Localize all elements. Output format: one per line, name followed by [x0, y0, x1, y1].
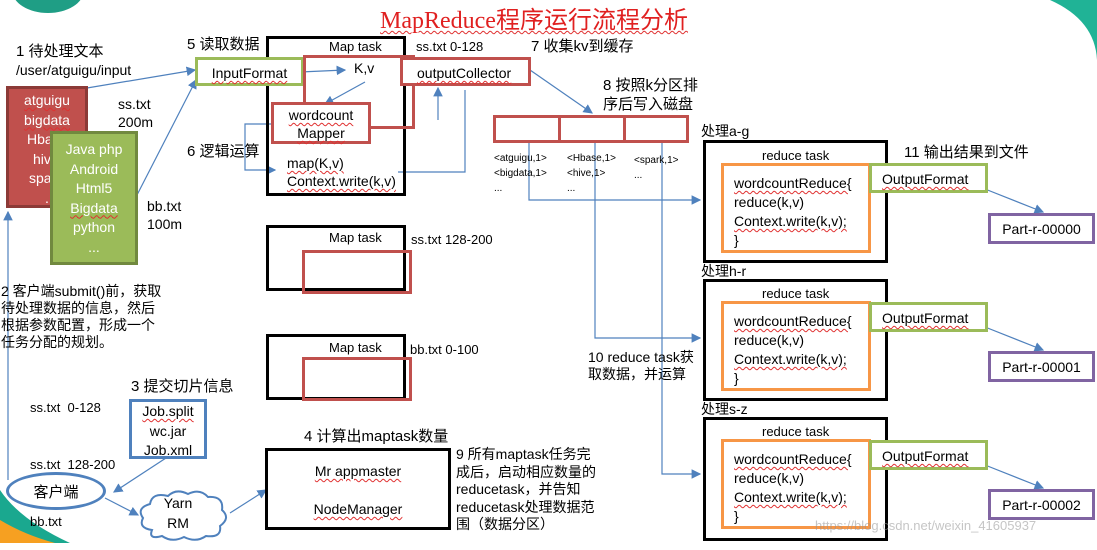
nodemanager-label: NodeManager	[313, 501, 403, 517]
appmaster-box: Mr appmaster NodeManager	[265, 448, 451, 530]
map-task-3-inner	[302, 357, 412, 401]
partition-3-items: <spark,1>...	[634, 155, 679, 181]
partition-3	[623, 115, 689, 143]
ss-file-name: ss.txt	[118, 96, 151, 112]
reduce-3-range: 处理s-z	[701, 401, 748, 417]
part-file-1: Part-r-00000	[988, 213, 1095, 244]
diagram-title: MapReduce程序运行流程分析	[380, 8, 688, 34]
job-files-box: Job.split wc.jar Job.xml	[129, 399, 207, 459]
part-file-3: Part-r-00002	[988, 489, 1095, 520]
job-file: Job.xml	[143, 442, 193, 458]
bb-file-size: 100m	[147, 216, 183, 232]
map-task-2-label: Map task	[329, 230, 382, 245]
reduce-2-range: 处理h-r	[701, 263, 747, 279]
mapper-line2: Mapper	[297, 125, 345, 141]
job-file: Job.split	[142, 403, 194, 419]
split-plan: ss.txt 0-128 ss.txt 128-200 bb.txt	[30, 400, 116, 529]
bb-file-name: bb.txt	[147, 198, 182, 214]
output-format-2: OutputFormat	[869, 302, 988, 332]
map-task-1-split: ss.txt 0-128	[416, 39, 484, 54]
input-format-box: InputFormat	[195, 57, 304, 86]
map-task-3-label: Map task	[329, 340, 382, 355]
reduce-task-2-label: reduce task	[762, 286, 830, 301]
appmaster-label: Mr appmaster	[314, 463, 402, 479]
file-word: ...	[88, 238, 100, 255]
file-word: bigdata	[24, 111, 70, 128]
arrow-of2-to-part2	[984, 326, 1045, 352]
file-word: python	[72, 219, 116, 235]
reduce-task-1-label: reduce task	[762, 148, 830, 163]
step11-label: 11 输出结果到文件	[904, 144, 1029, 161]
arrow-jobfiles-to-client	[112, 457, 167, 493]
wordcount-mapper-box: wordcount Mapper	[271, 102, 371, 144]
map-task-3-split: bb.txt 0-100	[410, 342, 479, 357]
client-node[interactable]: 客户端	[6, 472, 106, 510]
yarn-rm-label: Yarn RM	[163, 495, 193, 531]
kv-label: K,v	[354, 60, 375, 76]
arrow-partition3-to-reduce3	[661, 140, 702, 479]
reduce-3-code-box: wordcountReduce{reduce(k,v) Context.write…	[721, 439, 871, 529]
map-task-2-inner	[302, 250, 412, 294]
partition-1-items: <atguigu,1> <bigdata,1>...	[494, 153, 547, 194]
arrow-collector-to-disk	[529, 69, 593, 114]
output-format-1: OutputFormat	[869, 163, 988, 193]
input-path: /user/atguigu/input	[16, 62, 132, 78]
reduce-task-3-label: reduce task	[762, 424, 830, 439]
output-format-3: OutputFormat	[869, 440, 988, 470]
arrow-of3-to-part3	[984, 464, 1045, 490]
step7-label: 7 收集kv到缓存	[531, 38, 634, 55]
partition-2	[558, 115, 626, 143]
output-collector-box: outputCollector	[400, 57, 531, 86]
partition-2-items: <Hbase,1> <hive,1>...	[567, 153, 616, 194]
map-code-2: Context.write(k,v)	[287, 173, 396, 189]
input-format-label: InputFormat	[211, 65, 288, 81]
step10-text: 10 reduce task获 取数据，并运算	[588, 349, 694, 382]
step8-text: 8 按照k分区排 序后写入磁盘	[603, 77, 699, 113]
step3-label: 3 提交切片信息	[131, 378, 234, 395]
step2-text: 2 客户端submit()前，获取 待处理数据的信息，然后 根据参数配置，形成一…	[1, 283, 162, 350]
part-file-2: Part-r-00001	[988, 351, 1095, 382]
step6-label: 6 逻辑运算	[187, 143, 260, 160]
file-word: Bigdata	[70, 199, 118, 216]
step9-text: 9 所有maptask任务完 成后，启动相应数量的 reducetask，并告知…	[456, 446, 596, 532]
map-task-1-label: Map task	[329, 39, 382, 54]
step1-label: 1 待处理文本	[16, 43, 104, 60]
step4-label: 4 计算出maptask数量	[304, 428, 449, 445]
map-task-2-split: ss.txt 128-200	[411, 232, 493, 247]
output-collector-label: outputCollector	[417, 65, 512, 81]
watermark: https://blog.csdn.net/weixin_41605937	[815, 518, 1037, 533]
file-word: atguigu	[24, 92, 70, 108]
arrow-of1-to-part1	[984, 188, 1045, 214]
reduce-1-code-box: wordcountReduce{reduce(k,v) Context.write…	[721, 163, 871, 253]
file-word: Java php	[65, 141, 123, 157]
file-bb-box: Java php Android Html5 Bigdata python ..…	[50, 131, 138, 265]
reduce-1-range: 处理a-g	[701, 123, 750, 139]
ss-file-size: 200m	[118, 114, 154, 130]
map-code-1: map(K,v)	[287, 155, 344, 171]
file-word: Android	[69, 160, 119, 177]
step5-label: 5 读取数据	[187, 36, 260, 53]
arrow-yarn-to-appmaster	[229, 489, 268, 514]
partition-1	[493, 115, 561, 143]
mapper-line1: wordcount	[288, 107, 354, 123]
reduce-2-code-box: wordcountReduce{reduce(k,v) Context.write…	[721, 301, 871, 391]
job-file: wc.jar	[149, 422, 187, 439]
file-word: Html5	[75, 180, 113, 196]
